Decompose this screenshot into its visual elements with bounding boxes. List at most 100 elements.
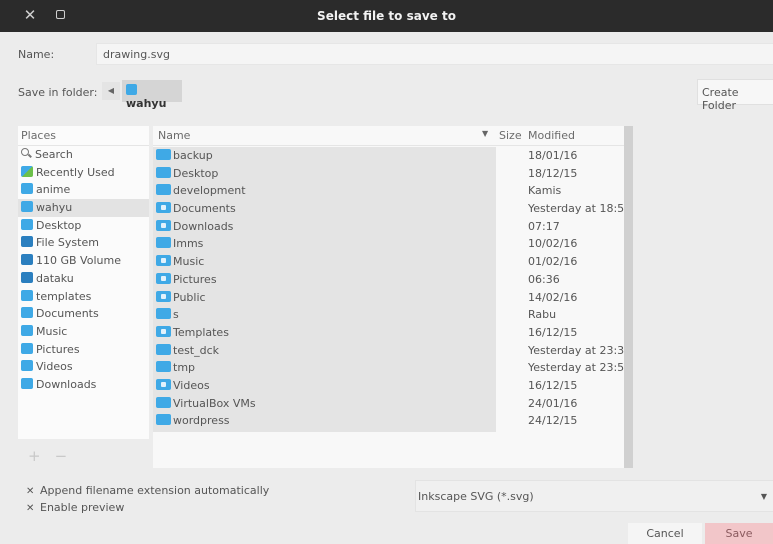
file-row[interactable]: s Rabu bbox=[153, 306, 618, 324]
place-item-videos[interactable]: Videos bbox=[18, 358, 149, 376]
save-button[interactable]: Save bbox=[705, 523, 773, 544]
file-name: Imms bbox=[173, 237, 204, 251]
file-modified: Yesterday at 23:50 bbox=[528, 361, 632, 375]
file-row[interactable]: Music 01/02/16 bbox=[153, 253, 618, 271]
file-row[interactable]: Imms 10/02/16 bbox=[153, 235, 618, 253]
file-row[interactable]: test_dck Yesterday at 23:34 bbox=[153, 342, 631, 360]
file-modified: 06:36 bbox=[528, 272, 560, 286]
file-row[interactable]: development Kamis bbox=[153, 182, 618, 200]
window-title: Select file to save to bbox=[317, 9, 456, 23]
desktop-icon bbox=[21, 218, 33, 230]
place-item-pictures[interactable]: Pictures bbox=[18, 341, 149, 359]
column-name[interactable]: Name bbox=[158, 129, 190, 142]
checked-x-icon: ✕ bbox=[26, 486, 35, 497]
enable-preview-checkbox[interactable]: ✕ Enable preview bbox=[26, 501, 124, 514]
file-modified: Yesterday at 18:50 bbox=[528, 202, 632, 216]
public-folder-icon bbox=[156, 290, 171, 302]
filename-input[interactable]: drawing.svg bbox=[96, 43, 773, 65]
place-item-110gb-volume[interactable]: 110 GB Volume bbox=[18, 252, 149, 270]
recent-icon bbox=[21, 165, 33, 177]
desktop-folder-icon bbox=[156, 166, 171, 178]
place-item-wahyu[interactable]: wahyu bbox=[18, 199, 149, 217]
file-modified: 07:17 bbox=[528, 219, 560, 233]
file-modified: 18/12/15 bbox=[528, 166, 578, 180]
file-name: tmp bbox=[173, 361, 196, 375]
file-row[interactable]: Templates 16/12/15 bbox=[153, 324, 618, 342]
enable-preview-label: Enable preview bbox=[40, 501, 125, 514]
path-button-current[interactable]: wahyu bbox=[122, 80, 182, 110]
drive-icon bbox=[21, 271, 33, 283]
file-row[interactable]: Pictures 06:36 bbox=[153, 271, 618, 289]
file-name: VirtualBox VMs bbox=[173, 396, 256, 410]
file-row[interactable]: Desktop 18/12/15 bbox=[153, 165, 618, 183]
remove-place-button[interactable]: − bbox=[55, 447, 68, 465]
music-icon bbox=[21, 324, 33, 336]
path-button-label: wahyu bbox=[126, 97, 167, 110]
file-modified: Kamis bbox=[528, 184, 562, 198]
folder-icon bbox=[21, 183, 33, 195]
file-type-select[interactable]: Inkscape SVG (*.svg) ▼ bbox=[415, 480, 773, 512]
file-name: test_dck bbox=[173, 343, 220, 357]
file-row[interactable]: VirtualBox VMs 24/01/16 bbox=[153, 395, 618, 413]
column-size[interactable]: Size bbox=[499, 129, 522, 142]
file-modified: Rabu bbox=[528, 308, 557, 322]
file-row[interactable]: backup 18/01/16 bbox=[153, 147, 618, 165]
file-modified: Yesterday at 23:34 bbox=[528, 343, 632, 357]
file-modified: 24/01/16 bbox=[528, 396, 578, 410]
place-item-file-system[interactable]: File System bbox=[18, 234, 149, 252]
file-name: Videos bbox=[173, 378, 210, 392]
file-modified: 16/12/15 bbox=[528, 325, 578, 339]
place-item-desktop[interactable]: Desktop bbox=[18, 217, 149, 235]
file-list-header: Name ▼ Size Modified bbox=[153, 126, 625, 146]
append-extension-checkbox[interactable]: ✕ Append filename extension automatically bbox=[26, 484, 269, 497]
sort-descending-icon: ▼ bbox=[482, 129, 489, 138]
file-name: Documents bbox=[173, 202, 236, 216]
file-name: Music bbox=[173, 255, 205, 269]
add-place-button[interactable]: + bbox=[28, 447, 41, 465]
file-row[interactable]: tmp Yesterday at 23:50 bbox=[153, 359, 631, 377]
pictures-icon bbox=[21, 342, 33, 354]
place-label: Pictures bbox=[36, 342, 80, 356]
name-label: Name: bbox=[18, 48, 55, 61]
place-label: File System bbox=[36, 236, 99, 250]
file-modified: 10/02/16 bbox=[528, 237, 578, 251]
folder-icon bbox=[156, 343, 171, 355]
file-row[interactable]: Public 14/02/16 bbox=[153, 289, 618, 307]
place-label: Music bbox=[36, 324, 68, 338]
place-label: wahyu bbox=[36, 201, 73, 215]
file-modified: 01/02/16 bbox=[528, 255, 578, 269]
place-label: Videos bbox=[36, 360, 73, 374]
folder-icon bbox=[156, 237, 171, 249]
file-row[interactable]: Documents Yesterday at 18:50 bbox=[153, 200, 631, 218]
file-row[interactable]: Downloads 07:17 bbox=[153, 218, 618, 236]
place-label: 110 GB Volume bbox=[36, 254, 121, 268]
file-rows: backup 18/01/16 Desktop 18/12/15 developme… bbox=[153, 147, 631, 430]
place-item-documents[interactable]: Documents bbox=[18, 305, 149, 323]
folder-icon bbox=[156, 149, 171, 160]
place-item-templates[interactable]: templates bbox=[18, 288, 149, 306]
folder-icon bbox=[156, 308, 171, 320]
path-back-icon[interactable]: ◀ bbox=[102, 82, 120, 100]
file-modified: 18/01/16 bbox=[528, 149, 578, 162]
place-item-downloads[interactable]: Downloads bbox=[18, 376, 149, 394]
file-name: s bbox=[173, 308, 179, 322]
videos-folder-icon bbox=[156, 378, 171, 390]
create-folder-button[interactable]: Create Folder bbox=[697, 79, 773, 112]
downloads-folder-icon bbox=[156, 219, 171, 231]
place-item-music[interactable]: Music bbox=[18, 323, 149, 341]
file-row[interactable]: Videos 16/12/15 bbox=[153, 377, 618, 395]
title-bar: ✕ Select file to save to bbox=[0, 0, 773, 32]
places-header: Places bbox=[18, 126, 149, 146]
folder-icon bbox=[156, 396, 171, 408]
file-name: Templates bbox=[173, 325, 229, 339]
place-item-anime[interactable]: anime bbox=[18, 181, 149, 199]
place-label: templates bbox=[36, 289, 92, 303]
place-item-dataku[interactable]: dataku bbox=[18, 270, 149, 288]
file-list-scrollbar[interactable] bbox=[624, 126, 633, 468]
cancel-button[interactable]: Cancel bbox=[628, 523, 702, 544]
column-modified[interactable]: Modified bbox=[528, 129, 575, 142]
file-row[interactable]: wordpress 24/12/15 bbox=[153, 412, 618, 430]
place-item-search[interactable]: Search bbox=[18, 146, 149, 164]
place-label: anime bbox=[36, 183, 71, 197]
place-item-recent[interactable]: Recently Used bbox=[18, 164, 149, 182]
